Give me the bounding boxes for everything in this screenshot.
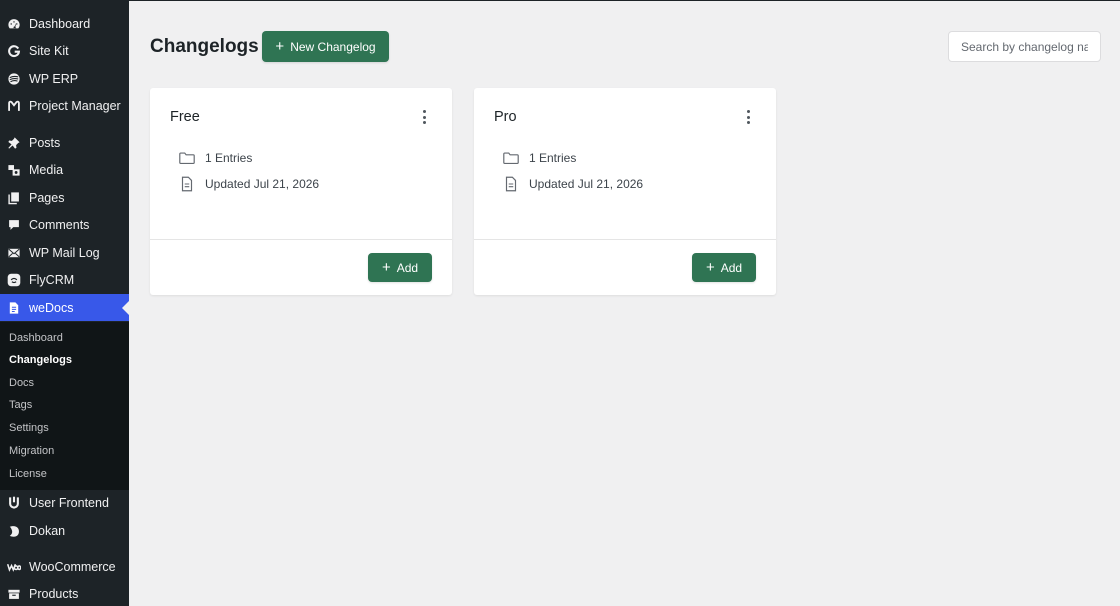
archive-icon <box>7 587 21 601</box>
sidebar-item-comments[interactable]: Comments <box>0 211 129 238</box>
entries-count: 1 Entries <box>529 151 577 165</box>
top-border <box>0 0 1120 1</box>
updated-row: Updated Jul 21, 2026 <box>502 175 643 193</box>
page-title: Changelogs <box>150 36 259 57</box>
dokan-icon <box>7 524 21 538</box>
submenu-migration[interactable]: Migration <box>9 445 54 457</box>
sidebar-item-label: weDocs <box>29 300 74 315</box>
submenu-changelogs[interactable]: Changelogs <box>9 354 72 366</box>
updated-row: Updated Jul 21, 2026 <box>178 175 319 193</box>
file-icon <box>502 175 520 193</box>
more-options-icon[interactable] <box>742 109 754 125</box>
entries-count: 1 Entries <box>205 151 253 165</box>
sidebar-item-dokan[interactable]: Dokan <box>0 517 129 544</box>
sidebar-item-label: Pages <box>29 190 65 205</box>
file-icon <box>178 175 196 193</box>
woocommerce-icon <box>7 560 21 574</box>
add-entry-button[interactable]: + Add <box>692 253 756 282</box>
entries-row: 1 Entries <box>178 149 252 167</box>
sidebar-item-label: Site Kit <box>29 43 69 58</box>
wedocs-submenu: Dashboard Changelogs Docs Tags Settings … <box>0 322 129 490</box>
mail-icon <box>7 246 21 260</box>
sidebar-item-dashboard[interactable]: Dashboard <box>0 10 129 37</box>
sidebar-item-label: WooCommerce <box>29 559 116 574</box>
pages-icon <box>7 191 21 205</box>
sidebar-item-label: FlyCRM <box>29 272 75 287</box>
submenu-docs[interactable]: Docs <box>9 377 34 389</box>
updated-date: Updated Jul 21, 2026 <box>205 177 320 191</box>
sidebar-item-label: Products <box>29 586 79 601</box>
project-manager-icon <box>7 99 21 113</box>
card-divider <box>474 239 776 240</box>
submenu-license[interactable]: License <box>9 468 47 480</box>
new-changelog-label: New Changelog <box>290 39 376 54</box>
submenu-settings[interactable]: Settings <box>9 422 49 434</box>
more-options-icon[interactable] <box>418 109 430 125</box>
sidebar-item-label: Comments <box>29 217 90 232</box>
sidebar-item-products[interactable]: Products <box>0 580 129 606</box>
changelog-card-pro: Pro 1 Entries Updated Jul 21, 2026 + Add <box>474 88 776 295</box>
dashboard-icon <box>7 17 21 31</box>
sidebar-item-label: Media <box>29 162 64 177</box>
plus-icon: + <box>705 259 715 276</box>
sidebar-item-media[interactable]: Media <box>0 156 129 183</box>
sidebar-item-project-manager[interactable]: Project Manager <box>0 92 129 119</box>
folder-icon <box>178 149 196 167</box>
sidebar-item-wedocs[interactable]: weDocs <box>0 294 129 321</box>
card-title: Free <box>170 109 200 125</box>
sidebar-item-site-kit[interactable]: Site Kit <box>0 37 129 64</box>
sidebar-item-label: WP ERP <box>29 71 79 86</box>
flycrm-icon <box>7 273 21 287</box>
sidebar-item-label: Posts <box>29 135 61 150</box>
sidebar-item-flycrm[interactable]: FlyCRM <box>0 266 129 293</box>
comment-icon <box>7 218 21 232</box>
media-icon <box>7 163 21 177</box>
sidebar-item-posts[interactable]: Posts <box>0 129 129 156</box>
erp-icon <box>7 72 21 86</box>
sidebar-item-woocommerce[interactable]: WooCommerce <box>0 553 129 580</box>
card-divider <box>150 239 452 240</box>
changelog-card-free: Free 1 Entries Updated Jul 21, 2026 + Ad… <box>150 88 452 295</box>
plus-icon: + <box>381 259 391 276</box>
sidebar-item-label: Dashboard <box>29 16 91 31</box>
card-title: Pro <box>494 109 517 125</box>
user-frontend-icon <box>7 496 21 510</box>
admin-sidebar: Dashboard Site Kit WP ERP Project Manage… <box>0 0 129 606</box>
sidebar-item-label: Project Manager <box>29 98 121 113</box>
new-changelog-button[interactable]: + New Changelog <box>262 31 389 62</box>
folder-icon <box>502 149 520 167</box>
sidebar-item-user-frontend[interactable]: User Frontend <box>0 489 129 516</box>
sidebar-item-label: User Frontend <box>29 495 109 510</box>
sidebar-item-label: WP Mail Log <box>29 245 100 260</box>
submenu-tags[interactable]: Tags <box>9 399 32 411</box>
sidebar-item-wp-mail-log[interactable]: WP Mail Log <box>0 239 129 266</box>
google-g-icon <box>7 44 21 58</box>
sidebar-item-pages[interactable]: Pages <box>0 184 129 211</box>
document-icon <box>7 301 21 315</box>
search-input[interactable] <box>948 31 1101 62</box>
add-entry-button[interactable]: + Add <box>368 253 432 282</box>
sidebar-item-wp-erp[interactable]: WP ERP <box>0 65 129 92</box>
sidebar-item-label: Dokan <box>29 523 66 538</box>
updated-date: Updated Jul 21, 2026 <box>529 177 644 191</box>
add-label: Add <box>720 260 743 275</box>
plus-icon: + <box>275 38 285 55</box>
pin-icon <box>7 136 21 150</box>
submenu-dashboard[interactable]: Dashboard <box>9 332 63 344</box>
add-label: Add <box>396 260 419 275</box>
entries-row: 1 Entries <box>502 149 576 167</box>
